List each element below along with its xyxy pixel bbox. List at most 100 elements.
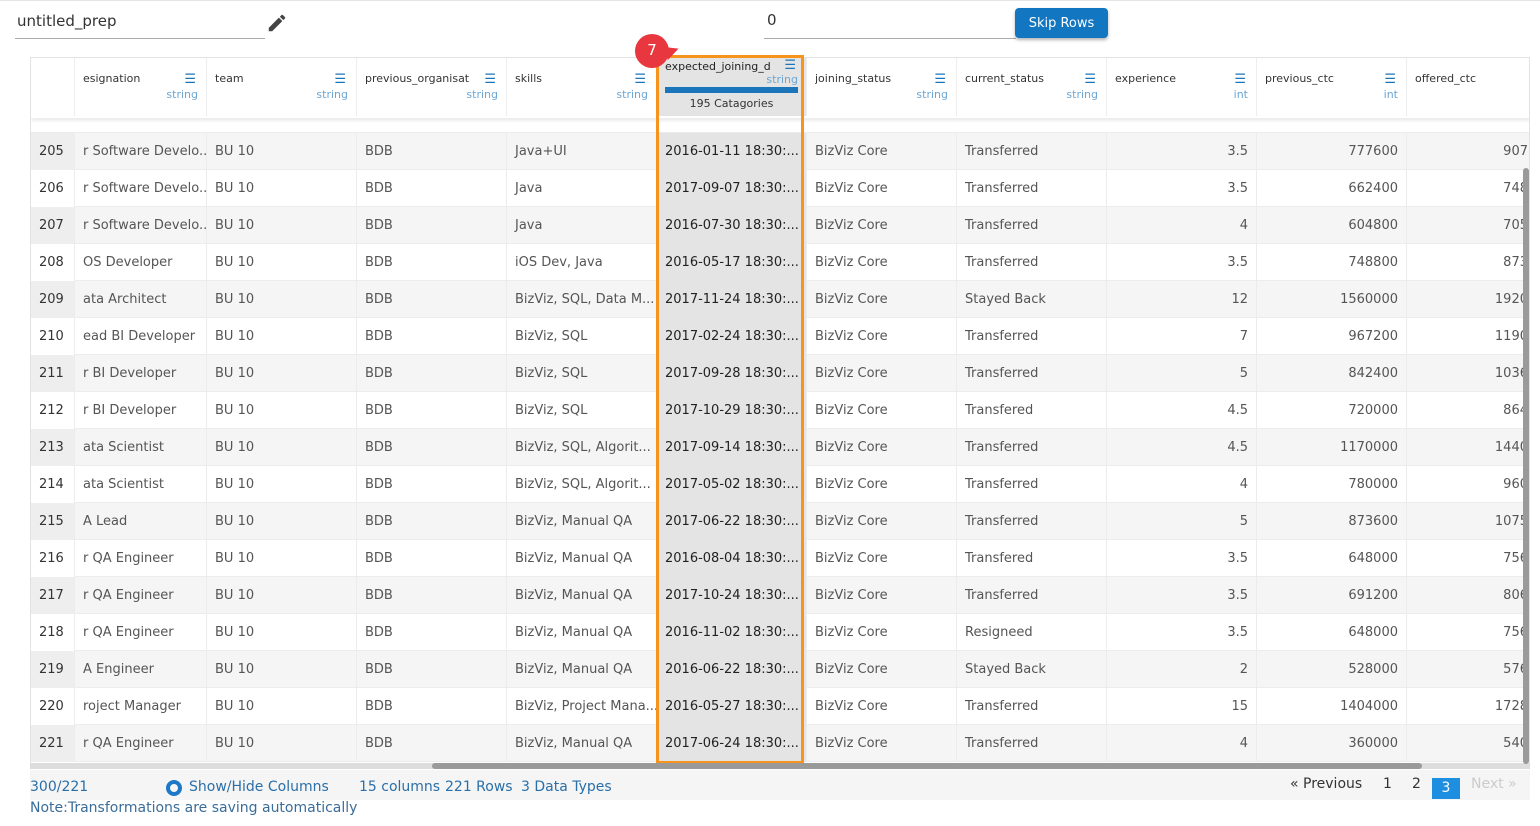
column-name: expected_joining_d... [665,60,770,73]
table-row[interactable]: 215 A Lead BU 10 BDB BizViz, Manual QA 2017-0… [31,503,1529,540]
table-cell: 1170000 [1257,429,1407,466]
page-1[interactable]: 1 [1383,776,1392,792]
table-cell: BizViz Core [807,577,957,614]
table-cell: 705 [1407,207,1529,244]
column-header-esignation[interactable]: esignation ☰ string [75,58,207,116]
table-cell: Transferred [957,725,1107,762]
skip-rows-button[interactable]: Skip Rows [1015,8,1108,38]
table-row[interactable]: 208 OS Developer BU 10 BDB iOS Dev, Java 2016… [31,244,1529,281]
table-cell: 2017-06-22 18:30:... [657,503,807,540]
column-menu-icon[interactable]: ☰ [934,72,946,87]
next-page-button[interactable]: Next » [1471,776,1517,792]
table-row[interactable]: 218 r QA Engineer BU 10 BDB BizViz, Manual Q… [31,614,1529,651]
step-badge: 7 [635,34,669,68]
row-number: 210 [31,318,75,355]
table-row[interactable]: 217 r QA Engineer BU 10 BDB BizViz, Manual Q… [31,577,1529,614]
table-row[interactable]: 205 r Software Develo... BU 10 BDB Java+UI 20… [31,133,1529,170]
table-cell: Resigneed [957,614,1107,651]
column-menu-icon[interactable]: ☰ [784,58,796,73]
table-cell: BU 10 [207,614,357,651]
column-header-current_status[interactable]: current_status ☰ string [957,58,1107,116]
table-row[interactable]: 207 r Software Develo... BU 10 BDB Java 2016-… [31,207,1529,244]
row-number: 209 [31,281,75,318]
table-cell: 3.5 [1107,577,1257,614]
page-2[interactable]: 2 [1412,776,1421,792]
table-cell: BizViz, Manual QA [507,577,657,614]
table-cell: BizViz Core [807,725,957,762]
column-header-team[interactable]: team ☰ string [207,58,357,116]
table-cell: BDB [357,651,507,688]
column-menu-icon[interactable]: ☰ [334,72,346,87]
table-row[interactable]: 219 A Engineer BU 10 BDB BizViz, Manual QA 20… [31,651,1529,688]
column-type: string [316,88,348,101]
table-cell: 576 [1407,651,1529,688]
column-header-expected_joining_d[interactable]: expected_joining_d... ☰ string 195 Catagori… [657,58,807,116]
table-cell: r QA Engineer [75,725,207,762]
table-cell: BizViz Core [807,466,957,503]
table-row[interactable]: 221 r QA Engineer BU 10 BDB BizViz, Manual Q… [31,725,1529,762]
table-cell: r Software Develo... [75,133,207,170]
table-cell: Transferred [957,577,1107,614]
previous-page-button[interactable]: « Previous [1290,776,1362,792]
column-menu-icon[interactable]: ☰ [184,72,196,87]
table-cell: 528000 [1257,651,1407,688]
table-row[interactable]: 206 r Software Develo... BU 10 BDB Java 2017-… [31,170,1529,207]
table-cell: BizViz, Manual QA [507,540,657,577]
column-menu-icon[interactable]: ☰ [484,72,496,87]
row-number: 216 [31,540,75,577]
table-row[interactable]: 209 ata Architect BU 10 BDB BizViz, SQL, Dat… [31,281,1529,318]
table-cell: 1560000 [1257,281,1407,318]
row-number: 208 [31,244,75,281]
table-cell: BizViz Core [807,651,957,688]
column-menu-icon[interactable]: ☰ [634,72,646,87]
table-cell: 777600 [1257,133,1407,170]
column-header-experience[interactable]: experience ☰ int [1107,58,1257,116]
horizontal-scroll-thumb[interactable] [432,763,1422,769]
column-name: team [215,72,244,85]
column-menu-icon[interactable]: ☰ [1234,72,1246,87]
table-cell: BU 10 [207,577,357,614]
table-cell: 5 [1107,503,1257,540]
table-row[interactable]: 211 r BI Developer BU 10 BDB BizViz, SQL 2017… [31,355,1529,392]
show-hide-columns-link[interactable]: Show/Hide Columns [189,779,329,795]
column-header-offered_ctc[interactable]: offered_ctc [1407,58,1529,116]
table-cell: roject Manager [75,688,207,725]
row-number: 220 [31,688,75,725]
column-header-previous_organisati[interactable]: previous_organisati... ☰string [357,58,507,116]
table-row[interactable]: 212 r BI Developer BU 10 BDB BizViz, SQL 2017… [31,392,1529,429]
table-cell: 2017-10-24 18:30:... [657,577,807,614]
table-cell: 2016-11-02 18:30:... [657,614,807,651]
horizontal-scrollbar[interactable] [30,763,1530,769]
eye-icon[interactable] [166,780,182,796]
table-row[interactable]: 214 ata Scientist BU 10 BDB BizViz, SQL, Alg… [31,466,1529,503]
edit-pencil-icon[interactable] [266,12,288,34]
column-header-previous_ctc[interactable]: previous_ctc ☰ int [1257,58,1407,116]
column-type: int [1383,88,1398,101]
skip-rows-input[interactable]: 0 [764,8,1016,39]
column-menu-icon[interactable]: ☰ [1084,72,1096,87]
top-divider [0,0,1540,1]
table-cell: 806 [1407,577,1529,614]
table-cell: 2017-02-24 18:30:... [657,318,807,355]
table-row[interactable]: 213 ata Scientist BU 10 BDB BizViz, SQL, Alg… [31,429,1529,466]
vertical-scroll-thumb[interactable] [1523,168,1529,764]
table-cell: BU 10 [207,170,357,207]
page-3[interactable]: 3 [1432,778,1460,799]
prep-name-input[interactable]: untitled_prep [15,8,265,39]
table-cell: 1036 [1407,355,1529,392]
table-row[interactable]: 210 ead BI Developer BU 10 BDB BizViz, SQL 20… [31,318,1529,355]
table-cell: 756 [1407,540,1529,577]
table-cell: BDB [357,355,507,392]
table-cell: 4.5 [1107,392,1257,429]
table-cell: Transferred [957,429,1107,466]
column-header-joining_status[interactable]: joining_status ☰ string [807,58,957,116]
table-cell: 2016-08-04 18:30:... [657,540,807,577]
table-cell: BizViz, SQL, Algorit... [507,429,657,466]
table-row[interactable]: 216 r QA Engineer BU 10 BDB BizViz, Manual Q… [31,540,1529,577]
table-cell: BU 10 [207,725,357,762]
row-number: 205 [31,133,75,170]
column-menu-icon[interactable]: ☰ [1384,72,1396,87]
table-row[interactable]: 220 roject Manager BU 10 BDB BizViz, Project… [31,688,1529,725]
table-cell: Transferred [957,355,1107,392]
column-header-skills[interactable]: skills ☰ string [507,58,657,116]
